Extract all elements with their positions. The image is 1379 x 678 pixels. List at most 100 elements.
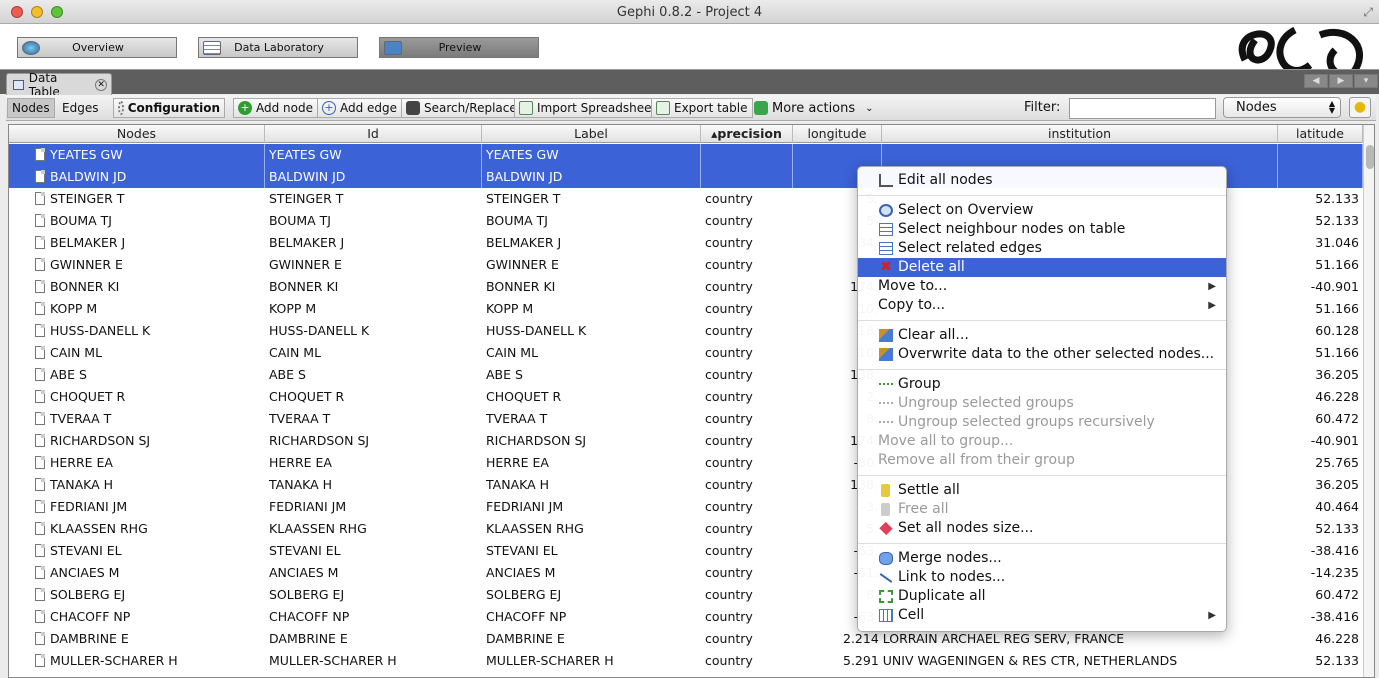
cell-precision[interactable]: country xyxy=(701,342,793,364)
cell-precision[interactable]: country xyxy=(701,188,793,210)
cell-node[interactable]: ABE S xyxy=(9,364,265,386)
add-edge-button[interactable]: + Add edge xyxy=(317,98,403,118)
menu-item-edit-all-nodes[interactable]: Edit all nodes xyxy=(858,171,1226,190)
cell-precision[interactable]: country xyxy=(701,584,793,606)
cell-label[interactable]: STEVANI EL xyxy=(482,540,701,562)
cell-latitude[interactable]: 60.472 xyxy=(1278,584,1363,606)
cell-label[interactable]: DAMBRINE E xyxy=(482,628,701,650)
cell-id[interactable]: BELMAKER J xyxy=(265,232,482,254)
cell-latitude[interactable]: -40.901 xyxy=(1278,276,1363,298)
cell-node[interactable]: DAMBRINE E xyxy=(9,628,265,650)
cell-node[interactable]: HERRE EA xyxy=(9,452,265,474)
scrollbar-thumb[interactable] xyxy=(1366,145,1374,169)
cell-precision[interactable] xyxy=(701,166,793,188)
cell-label[interactable]: CHACOFF NP xyxy=(482,606,701,628)
cell-id[interactable]: CHACOFF NP xyxy=(265,606,482,628)
cell-precision[interactable]: country xyxy=(701,408,793,430)
cell-label[interactable]: CAIN ML xyxy=(482,342,701,364)
vertical-scrollbar[interactable] xyxy=(1363,125,1374,677)
cell-label[interactable]: KOPP M xyxy=(482,298,701,320)
cell-label[interactable]: BOUMA TJ xyxy=(482,210,701,232)
cell-id[interactable]: GWINNER E xyxy=(265,254,482,276)
cell-latitude[interactable]: 31.046 xyxy=(1278,232,1363,254)
cell-label[interactable]: STEINGER T xyxy=(482,188,701,210)
cell-node[interactable]: CHOQUET R xyxy=(9,386,265,408)
cell-label[interactable]: RICHARDSON SJ xyxy=(482,430,701,452)
cell-latitude[interactable]: 52.133 xyxy=(1278,210,1363,232)
cell-id[interactable]: MULLER-SCHARER H xyxy=(265,650,482,672)
cell-latitude[interactable]: 51.166 xyxy=(1278,298,1363,320)
table-row[interactable]: YEATES GW YEATES GW YEATES GW xyxy=(9,144,1363,166)
cell-precision[interactable]: country xyxy=(701,518,793,540)
fullscreen-icon[interactable]: ⤢ xyxy=(1363,5,1373,20)
cell-node[interactable]: TVERAA T xyxy=(9,408,265,430)
cell-label[interactable]: MULLER-SCHARER H xyxy=(482,650,701,672)
cell-node[interactable]: BONNER KI xyxy=(9,276,265,298)
cell-precision[interactable]: country xyxy=(701,562,793,584)
cell-latitude[interactable]: 46.228 xyxy=(1278,628,1363,650)
cell-latitude[interactable]: -38.416 xyxy=(1278,606,1363,628)
menu-item-overwrite-data-to-the-other-selected-nodes[interactable]: Overwrite data to the other selected nod… xyxy=(858,345,1226,364)
cell-id[interactable]: YEATES GW xyxy=(265,144,482,166)
cell-precision[interactable]: country xyxy=(701,210,793,232)
cell-id[interactable]: DAMBRINE E xyxy=(265,628,482,650)
column-header-latitude[interactable]: latitude xyxy=(1278,125,1363,143)
cell-id[interactable]: CHOQUET R xyxy=(265,386,482,408)
column-header-longitude[interactable]: longitude xyxy=(793,125,882,143)
cell-id[interactable]: STEINGER T xyxy=(265,188,482,210)
cell-precision[interactable]: country xyxy=(701,452,793,474)
cell-node[interactable]: MULLER-SCHARER H xyxy=(9,650,265,672)
cell-id[interactable]: RICHARDSON SJ xyxy=(265,430,482,452)
cell-precision[interactable]: country xyxy=(701,232,793,254)
cell-label[interactable]: HUSS-DANELL K xyxy=(482,320,701,342)
cell-label[interactable]: TVERAA T xyxy=(482,408,701,430)
edges-toggle[interactable]: Edges xyxy=(58,98,102,118)
export-table-button[interactable]: Export table xyxy=(651,98,753,118)
menu-item-clear-all[interactable]: Clear all... xyxy=(858,326,1226,345)
cell-node[interactable]: FEDRIANI JM xyxy=(9,496,265,518)
search-replace-button[interactable]: Search/Replace xyxy=(401,98,522,118)
cell-node[interactable]: KOPP M xyxy=(9,298,265,320)
cell-precision[interactable]: country xyxy=(701,298,793,320)
cell-node[interactable]: BALDWIN JD xyxy=(9,166,265,188)
cell-label[interactable]: BALDWIN JD xyxy=(482,166,701,188)
menu-item-group[interactable]: Group xyxy=(858,375,1226,394)
cell-precision[interactable]: country xyxy=(701,386,793,408)
cell-precision[interactable]: country xyxy=(701,430,793,452)
table-row[interactable]: MULLER-SCHARER H MULLER-SCHARER H MULLER-S… xyxy=(9,650,1363,672)
cell-latitude[interactable]: 25.765 xyxy=(1278,452,1363,474)
cell-label[interactable]: CHOQUET R xyxy=(482,386,701,408)
cell-id[interactable]: BOUMA TJ xyxy=(265,210,482,232)
menu-item-merge-nodes[interactable]: Merge nodes... xyxy=(858,549,1226,568)
cell-latitude[interactable]: 52.133 xyxy=(1278,650,1363,672)
preview-button[interactable]: Preview xyxy=(379,37,539,58)
menu-item-delete-all[interactable]: Delete all ✖ xyxy=(858,258,1226,277)
cell-latitude[interactable]: 51.166 xyxy=(1278,342,1363,364)
cell-precision[interactable]: country xyxy=(701,474,793,496)
cell-id[interactable]: FEDRIANI JM xyxy=(265,496,482,518)
cell-id[interactable]: BALDWIN JD xyxy=(265,166,482,188)
cell-id[interactable]: CAIN ML xyxy=(265,342,482,364)
cell-id[interactable]: HERRE EA xyxy=(265,452,482,474)
cell-longitude[interactable] xyxy=(793,144,882,166)
cell-institution[interactable] xyxy=(882,144,1278,166)
cell-id[interactable]: KLAASSEN RHG xyxy=(265,518,482,540)
cell-id[interactable]: BONNER KI xyxy=(265,276,482,298)
column-header-nodes[interactable]: Nodes xyxy=(9,125,265,143)
cell-id[interactable]: TVERAA T xyxy=(265,408,482,430)
cell-precision[interactable]: country xyxy=(701,540,793,562)
cell-latitude[interactable]: 60.472 xyxy=(1278,408,1363,430)
cell-precision[interactable]: country xyxy=(701,628,793,650)
cell-label[interactable]: TANAKA H xyxy=(482,474,701,496)
cell-precision[interactable]: country xyxy=(701,496,793,518)
cell-label[interactable]: FEDRIANI JM xyxy=(482,496,701,518)
menu-item-move-to[interactable]: Move to... ▶ xyxy=(858,277,1226,296)
cell-label[interactable]: BONNER KI xyxy=(482,276,701,298)
cell-label[interactable]: GWINNER E xyxy=(482,254,701,276)
more-actions-button[interactable]: More actions ⌄ xyxy=(750,98,878,118)
menu-item-duplicate-all[interactable]: Duplicate all xyxy=(858,587,1226,606)
cell-latitude[interactable]: 52.133 xyxy=(1278,188,1363,210)
cell-label[interactable]: BELMAKER J xyxy=(482,232,701,254)
cell-node[interactable]: ANCIAES M xyxy=(9,562,265,584)
cell-node[interactable]: KLAASSEN RHG xyxy=(9,518,265,540)
